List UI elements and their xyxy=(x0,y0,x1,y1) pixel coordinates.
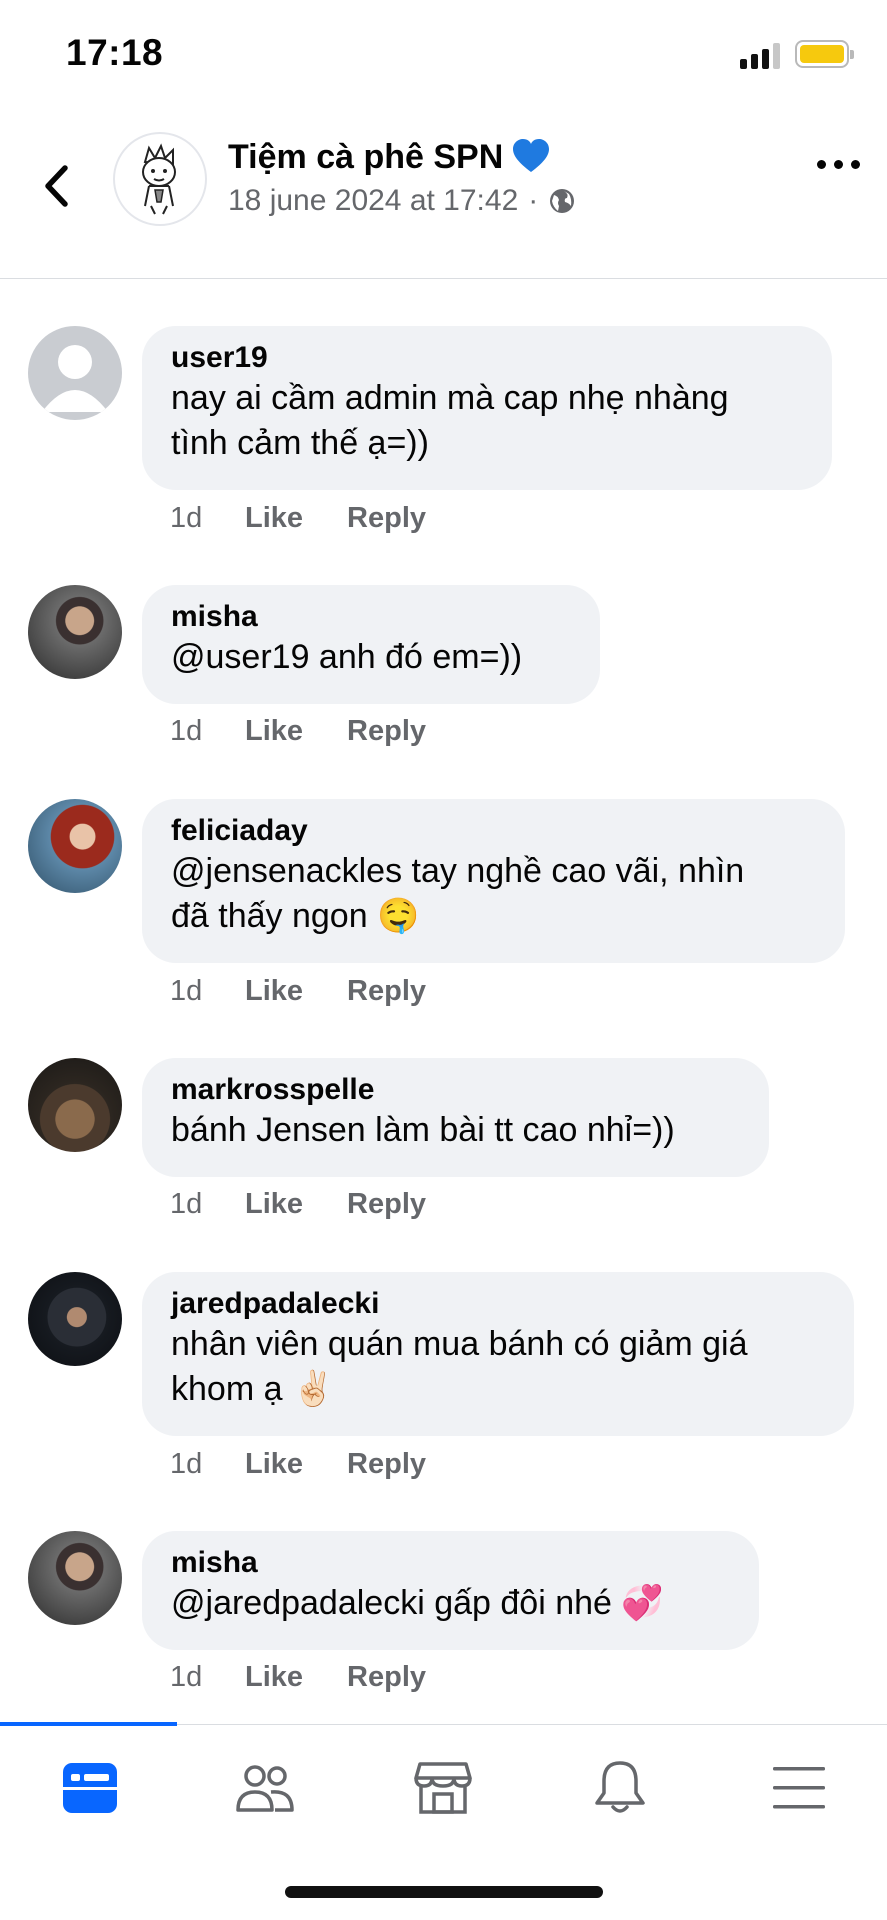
cartoon-avatar-icon xyxy=(142,143,176,215)
like-button[interactable]: Like xyxy=(245,1448,303,1481)
reply-button[interactable]: Reply xyxy=(347,1448,426,1481)
tab-menu[interactable] xyxy=(766,1755,832,1821)
post-header: Tiệm cà phê SPN 18 june 2024 at 17:42 · xyxy=(0,108,887,279)
comment-text: bánh Jensen làm bài tt cao nhỉ=)) xyxy=(171,1111,675,1149)
like-button[interactable]: Like xyxy=(245,1188,303,1221)
bell-icon xyxy=(595,1761,645,1813)
avatar-photo[interactable] xyxy=(28,1058,122,1152)
tab-marketplace[interactable] xyxy=(410,1755,476,1821)
friends-icon xyxy=(236,1765,294,1812)
comment-text: @jensenackles tay nghề cao vãi, nhìn đã … xyxy=(171,852,745,935)
comment-actions: 1d Like Reply xyxy=(170,715,470,748)
comment-time: 1d xyxy=(170,715,203,747)
globe-icon xyxy=(550,189,575,213)
comment-time: 1d xyxy=(170,975,203,1007)
post-meta: 18 june 2024 at 17:42 · xyxy=(228,184,576,218)
comment-bubble: user19 nay ai cầm admin mà cap nhẹ nhàng… xyxy=(142,326,832,490)
avatar-photo[interactable] xyxy=(28,585,122,679)
commenter-name[interactable]: user19 xyxy=(171,340,804,376)
comment-actions: 1d Like Reply xyxy=(170,1448,470,1481)
status-bar: 17:18 xyxy=(0,0,887,108)
reply-button[interactable]: Reply xyxy=(347,502,426,535)
comment-actions: 1d Like Reply xyxy=(170,1188,470,1221)
more-horizontal-icon xyxy=(817,160,826,169)
like-button[interactable]: Like xyxy=(245,1661,303,1694)
comment-time: 1d xyxy=(170,1188,203,1220)
comment-text: nhân viên quán mua bánh có giảm giá khom… xyxy=(171,1325,748,1408)
avatar-default[interactable] xyxy=(28,326,122,420)
commenter-name[interactable]: misha xyxy=(171,1545,731,1581)
comment-bubble: misha @jaredpadalecki gấp đôi nhé 💞 xyxy=(142,1531,759,1650)
avatar-photo[interactable] xyxy=(28,1531,122,1625)
blue-heart-icon xyxy=(511,138,551,183)
page-avatar[interactable] xyxy=(113,132,207,226)
commenter-name[interactable]: feliciaday xyxy=(171,813,817,849)
avatar-photo[interactable] xyxy=(28,1272,122,1366)
reply-button[interactable]: Reply xyxy=(347,1188,426,1221)
comment-time: 1d xyxy=(170,502,203,534)
battery-icon xyxy=(795,40,854,68)
like-button[interactable]: Like xyxy=(245,975,303,1008)
comment-actions: 1d Like Reply xyxy=(170,502,470,535)
tab-friends[interactable] xyxy=(232,1755,298,1821)
bottom-tab-bar xyxy=(0,1722,887,1865)
comment-bubble: misha @user19 anh đó em=)) xyxy=(142,585,600,704)
like-button[interactable]: Like xyxy=(245,715,303,748)
comment-actions: 1d Like Reply xyxy=(170,975,470,1008)
status-time: 17:18 xyxy=(66,32,164,73)
page-name: Tiệm cà phê SPN xyxy=(228,138,504,176)
back-button[interactable] xyxy=(36,156,76,216)
tab-feed[interactable] xyxy=(57,1755,123,1821)
comment-bubble: feliciaday @jensenackles tay nghề cao vã… xyxy=(142,799,845,963)
reply-button[interactable]: Reply xyxy=(347,1661,426,1694)
reply-button[interactable]: Reply xyxy=(347,975,426,1008)
comment-actions: 1d Like Reply xyxy=(170,1661,470,1694)
tab-notifications[interactable] xyxy=(587,1755,653,1821)
comment-bubble: jaredpadalecki nhân viên quán mua bánh c… xyxy=(142,1272,854,1436)
marketplace-icon xyxy=(414,1762,472,1814)
home-indicator[interactable] xyxy=(285,1886,603,1898)
reply-button[interactable]: Reply xyxy=(347,715,426,748)
avatar-photo[interactable] xyxy=(28,799,122,893)
page-title[interactable]: Tiệm cà phê SPN xyxy=(228,138,551,183)
menu-icon xyxy=(773,1767,825,1809)
feed-icon xyxy=(63,1763,117,1813)
commenter-name[interactable]: jaredpadalecki xyxy=(171,1286,826,1322)
post-date[interactable]: 18 june 2024 at 17:42 xyxy=(228,184,518,218)
comment-text: nay ai cầm admin mà cap nhẹ nhàng tình c… xyxy=(171,379,729,462)
active-tab-indicator xyxy=(0,1722,177,1726)
comment-bubble: markrosspelle bánh Jensen làm bài tt cao… xyxy=(142,1058,769,1177)
chevron-left-icon xyxy=(45,165,68,207)
commenter-name[interactable]: misha xyxy=(171,599,572,635)
commenter-name[interactable]: markrosspelle xyxy=(171,1072,741,1108)
comment-time: 1d xyxy=(170,1661,203,1693)
comment-text: @user19 anh đó em=)) xyxy=(171,638,523,676)
more-options-button[interactable] xyxy=(815,148,863,178)
like-button[interactable]: Like xyxy=(245,502,303,535)
meta-separator: · xyxy=(528,184,539,217)
comment-text: @jaredpadalecki gấp đôi nhé 💞 xyxy=(171,1584,664,1622)
cellular-signal-icon xyxy=(740,43,782,69)
comment-time: 1d xyxy=(170,1448,203,1480)
